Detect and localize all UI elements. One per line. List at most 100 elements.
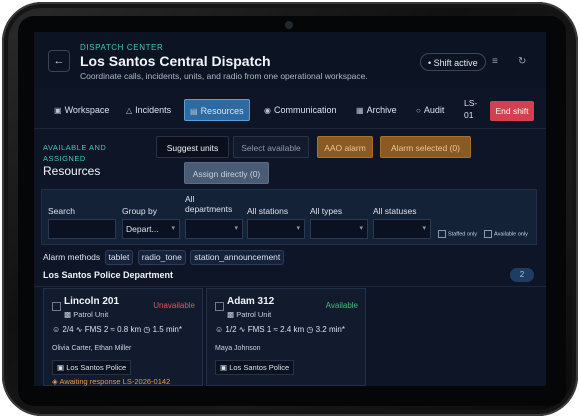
- incidents-icon: △: [126, 106, 133, 115]
- tab-communication[interactable]: ◉ Communication: [264, 99, 337, 121]
- shift-status-label: Shift active: [433, 58, 478, 68]
- chevron-down-icon: ▾: [234, 225, 238, 232]
- unit-type-label: Patrol Unit: [236, 310, 272, 319]
- unit-fms: FMS 2: [84, 325, 109, 334]
- resources-eyebrow-line1: AVAILABLE AND: [43, 143, 107, 152]
- tab-workspace[interactable]: ▣ Workspace: [54, 99, 109, 121]
- unit-stats: ☺ 1/2 ∿ FMS 1 ≈ 2.4 km ◷ 3.2 min*: [215, 325, 345, 334]
- unit-distance: 0.8 km: [117, 325, 142, 334]
- unit-status: Available: [325, 301, 358, 310]
- tab-label: Archive: [366, 105, 397, 115]
- types-select[interactable]: ▾: [310, 219, 368, 239]
- unit-type-label: Patrol Unit: [73, 310, 109, 319]
- resources-eyebrow-line2: ASSIGNED: [43, 154, 86, 163]
- pulse-icon: ∿: [75, 325, 83, 334]
- unit-fms: FMS 1: [247, 325, 272, 334]
- pulse-icon: ∿: [238, 325, 246, 334]
- audit-icon: ○: [416, 106, 421, 115]
- alarm-method-chip: radio_tone: [137, 250, 186, 265]
- tab-audit[interactable]: ○ Audit: [416, 99, 444, 121]
- car-icon: ▩: [64, 310, 72, 319]
- chevron-down-icon: ▾: [422, 225, 426, 232]
- staffed-only-label: Staffed only: [448, 231, 477, 238]
- building-icon: ▣: [57, 363, 65, 372]
- crew-icon: ☺: [215, 325, 224, 334]
- unit-crew-names: Maya Johnson: [215, 345, 261, 352]
- department-name: Los Santos Police Department: [43, 270, 174, 280]
- tab-label: Workspace: [64, 105, 110, 115]
- org-code-line2: 01: [464, 110, 474, 120]
- filters-panel: Search Group by Depart... ▾ All departme…: [41, 189, 537, 245]
- clock-icon: ◷: [143, 325, 151, 334]
- unit-type: ▩ Patrol Unit: [64, 310, 108, 319]
- unit-eta: 1.5 min*: [152, 325, 182, 334]
- unit-name: Lincoln 201: [64, 296, 120, 307]
- suggest-units-button[interactable]: Suggest units: [156, 136, 229, 158]
- header-eyebrow: DISPATCH CENTER: [80, 43, 164, 52]
- tab-label: Audit: [423, 105, 445, 115]
- app-screen: ← DISPATCH CENTER Los Santos Central Dis…: [34, 32, 546, 386]
- end-shift-button[interactable]: End shift: [490, 101, 534, 121]
- alarm-method-chip: station_announcement: [190, 250, 285, 265]
- department-divider: [34, 286, 546, 287]
- departments-label-line2: departments: [185, 204, 233, 214]
- departments-select[interactable]: ▾: [185, 219, 243, 239]
- unit-select-checkbox[interactable]: [52, 302, 61, 311]
- refresh-icon[interactable]: ↻: [518, 56, 526, 67]
- departments-label-line1: All: [185, 194, 195, 204]
- staffed-only-checkbox[interactable]: Staffed only: [438, 230, 477, 238]
- department-count-badge: 2: [510, 268, 534, 282]
- departments-label: All departments: [185, 194, 232, 214]
- statuses-select[interactable]: ▾: [373, 219, 431, 239]
- alarm-selected-button[interactable]: Alarm selected (0): [380, 136, 471, 158]
- unit-station: ▣ Los Santos Police: [215, 360, 295, 375]
- building-icon: ▣: [220, 363, 228, 372]
- group-by-value: Depart...: [126, 224, 159, 234]
- main-tabs: ▣ Workspace △ Incidents ▤ Resources ◉ Commun…: [34, 94, 546, 124]
- unit-crew-names: Olivia Carter, Ethan Miller: [52, 345, 132, 352]
- tab-archive[interactable]: ▦ Archive: [356, 99, 397, 121]
- alarm-methods-row: Alarm methods tablet radio_tone station_…: [43, 250, 285, 265]
- unit-select-checkbox[interactable]: [215, 302, 224, 311]
- unit-station: ▣ Los Santos Police: [52, 360, 132, 375]
- org-code: LS- 01: [464, 97, 477, 121]
- back-button[interactable]: ←: [48, 50, 70, 72]
- unit-card[interactable]: Adam 312 ▩ Patrol Unit Available ☺ 1/2 ∿…: [206, 288, 366, 386]
- group-by-label: Group by: [122, 206, 157, 216]
- dot-icon: •: [428, 58, 432, 68]
- chevron-down-icon: ▾: [171, 225, 175, 232]
- unit-station-label: Los Santos Police: [229, 363, 290, 372]
- available-only-label: Available only: [494, 231, 528, 238]
- tab-label: Resources: [200, 106, 244, 116]
- settings-sliders-icon[interactable]: ≡: [492, 56, 498, 67]
- archive-icon: ▦: [356, 106, 364, 115]
- checkbox-icon: [484, 230, 492, 238]
- available-only-checkbox[interactable]: Available only: [484, 230, 528, 238]
- types-label: All types: [310, 206, 343, 216]
- resources-eyebrow: AVAILABLE AND ASSIGNED: [43, 142, 143, 164]
- app-header: ← DISPATCH CENTER Los Santos Central Dis…: [34, 32, 546, 88]
- tab-label: Communication: [273, 105, 337, 115]
- tabs-divider: [34, 128, 546, 129]
- tab-resources[interactable]: ▤ Resources: [184, 99, 250, 121]
- tab-incidents[interactable]: △ Incidents: [126, 99, 171, 121]
- unit-status: Unavailable: [153, 301, 195, 310]
- statuses-label: All statuses: [373, 206, 417, 216]
- unit-awaiting: ◈ Awaiting response LS-2026-0142: [52, 377, 170, 386]
- camera-icon: [286, 22, 292, 28]
- stations-select[interactable]: ▾: [247, 219, 305, 239]
- aao-alarm-button[interactable]: AAO alarm: [317, 136, 373, 158]
- search-input[interactable]: [48, 219, 116, 239]
- unit-card[interactable]: Lincoln 201 ▩ Patrol Unit Unavailable ☺ …: [43, 288, 203, 386]
- select-available-button[interactable]: Select available: [233, 136, 309, 158]
- org-code-line1: LS-: [464, 98, 478, 108]
- clock-icon: ◷: [306, 325, 314, 334]
- car-icon: ▩: [227, 310, 235, 319]
- route-icon: ≈: [273, 325, 278, 334]
- workspace-icon: ▣: [54, 106, 62, 115]
- unit-type: ▩ Patrol Unit: [227, 310, 271, 319]
- group-by-select[interactable]: Depart... ▾: [122, 219, 180, 239]
- shift-status-badge[interactable]: • Shift active: [420, 53, 486, 71]
- unit-distance: 2.4 km: [280, 325, 305, 334]
- assign-directly-button[interactable]: Assign directly (0): [184, 162, 269, 184]
